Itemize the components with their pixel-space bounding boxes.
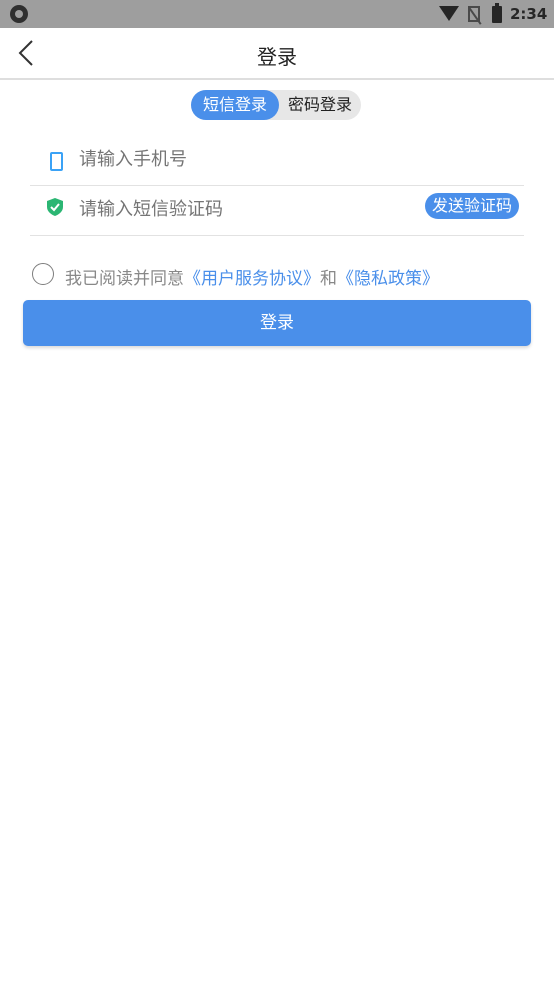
phone-row [30,137,524,186]
sms-code-input[interactable] [79,199,409,220]
send-code-button[interactable]: 发送验证码 [424,193,519,219]
agreement-prefix: 我已阅读并同意 [65,269,184,289]
no-sim-icon [468,6,480,22]
status-bar: 2:34 [0,0,554,28]
agree-radio[interactable] [32,263,54,285]
tab-password-login[interactable]: 密码登录 [279,90,361,120]
sms-code-row: 发送验证码 [30,187,524,236]
status-time: 2:34 [510,5,548,23]
agreement-and: 和 [320,269,337,289]
phone-icon [50,152,63,171]
agreement-text: 我已阅读并同意《用户服务协议》和《隐私政策》 [65,264,439,289]
app-notification-icon [10,5,28,23]
login-method-tabs: 短信登录 密码登录 [191,90,361,120]
phone-input[interactable] [79,149,409,170]
top-nav-bar: 登录 [0,28,554,80]
terms-link[interactable]: 《用户服务协议》 [184,269,320,289]
tab-sms-login[interactable]: 短信登录 [191,90,279,120]
battery-icon [492,3,502,23]
page-title: 登录 [257,45,297,69]
wifi-icon [439,6,459,21]
privacy-link[interactable]: 《隐私政策》 [337,269,439,289]
login-button[interactable]: 登录 [23,300,531,346]
shield-check-icon [47,198,63,216]
